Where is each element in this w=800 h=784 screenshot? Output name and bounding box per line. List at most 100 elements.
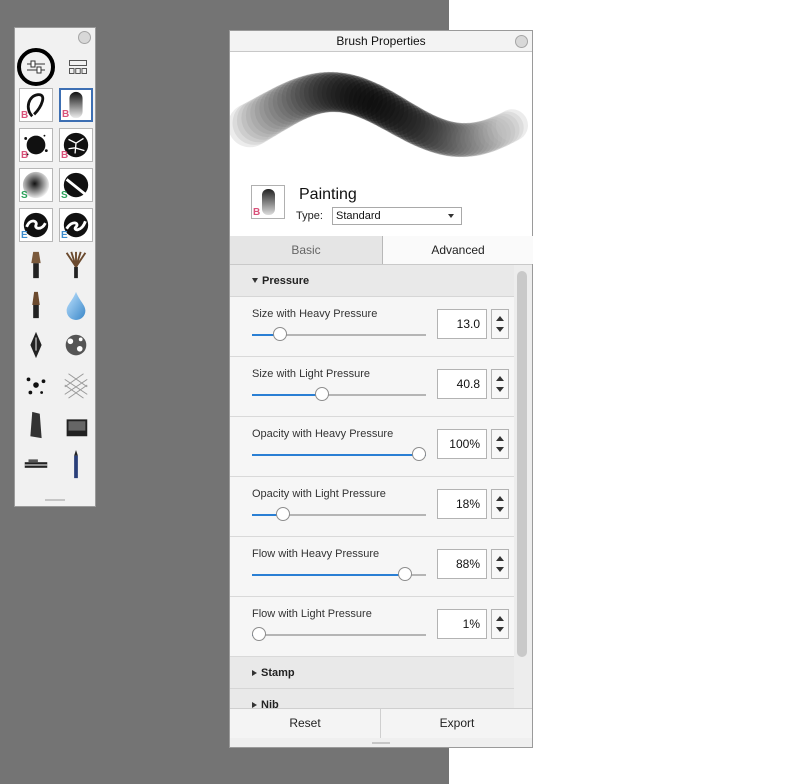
chevron-down-icon [448,214,454,218]
arrow-up-icon[interactable] [496,616,504,621]
arrow-down-icon[interactable] [496,447,504,452]
brush-preset-crackle[interactable]: B [59,128,93,162]
brush-type-badge: S [61,190,68,201]
setting-value-field[interactable]: 100% [437,429,487,459]
brush-preset-soft-sphere[interactable]: S [19,168,53,202]
brush-preset-charcoal[interactable] [19,408,53,442]
setting-stepper[interactable] [491,489,509,519]
pressure-setting-row: Opacity with Light Pressure 18% [230,477,514,537]
arrow-up-icon[interactable] [496,316,504,321]
brush-properties-panel: Brush Properties B Painting Type: Standa… [228,30,533,748]
setting-slider[interactable] [252,627,426,641]
water-drop-icon [66,291,86,320]
brush-preset-eraser-swirl[interactable]: E [19,208,53,242]
section-next-label: Nib [261,699,279,708]
pencil-icon [74,450,78,479]
brush-library-panel: B B B B S S E E [14,27,96,507]
brush-preset-crosshatch[interactable] [59,368,93,402]
stroke-preview [228,52,532,180]
close-icon[interactable] [78,31,91,44]
section-pressure[interactable]: Pressure [230,265,514,297]
brush-preset-eraser-swirl-2[interactable]: E [59,208,93,242]
brush-preset-pencil[interactable] [59,448,93,482]
export-button[interactable]: Export [382,709,532,738]
slider-thumb[interactable] [315,387,329,401]
setting-stepper[interactable] [491,309,509,339]
resize-grip[interactable] [372,742,390,744]
collapsed-triangle-icon [252,701,257,708]
close-icon[interactable] [515,35,528,48]
brush-type-badge: B [21,150,29,161]
tab-advanced[interactable]: Advanced [382,236,533,264]
arrow-down-icon[interactable] [496,327,504,332]
brush-preset-splatter[interactable]: B [19,128,53,162]
setting-slider[interactable] [252,447,426,461]
pressure-setting-row: Flow with Light Pressure 1% [230,597,514,657]
brush-preset-airbrush-nozzle[interactable] [19,448,53,482]
tab-basic[interactable]: Basic [230,236,382,264]
brush-preset-soft-airbrush[interactable]: B [59,88,93,122]
section-stamp[interactable]: Stamp [230,657,514,689]
setting-slider[interactable] [252,327,426,341]
slider-thumb[interactable] [276,507,290,521]
brush-preset-curve-stroke[interactable]: B [19,88,53,122]
arrow-down-icon[interactable] [496,507,504,512]
arrow-down-icon[interactable] [496,627,504,632]
setting-value-field[interactable]: 40.8 [437,369,487,399]
type-dropdown[interactable]: Standard [332,207,462,225]
setting-value-field[interactable]: 18% [437,489,487,519]
setting-slider[interactable] [252,507,426,521]
setting-label: Opacity with Light Pressure [252,488,386,500]
panel-title: Brush Properties [230,31,532,52]
section-next[interactable]: Nib [230,689,514,708]
brush-preset-round-brush[interactable] [19,288,53,322]
list-grid-icon [69,60,87,74]
brush-preset-ink-pen[interactable] [19,328,53,362]
setting-stepper[interactable] [491,369,509,399]
stroke-preview-graphic [228,71,528,158]
arrow-up-icon[interactable] [496,496,504,501]
brush-properties-toggle[interactable] [17,48,55,86]
brush-preset-dots-brush[interactable] [19,368,53,402]
scrollbar-thumb[interactable] [517,271,527,657]
brush-badge: B [253,207,261,218]
setting-stepper[interactable] [491,549,509,579]
brush-preset-hard-sphere[interactable]: S [59,168,93,202]
airbrush-nozzle-icon [24,459,48,468]
slider-thumb[interactable] [412,447,426,461]
pressure-setting-row: Size with Heavy Pressure 13.0 [230,297,514,357]
brush-name: Painting [299,186,357,203]
brush-preset-texture-brush[interactable] [59,328,93,362]
dots-brush-icon [26,377,46,395]
stroke-dab [496,109,528,142]
setting-stepper[interactable] [491,609,509,639]
slider-thumb[interactable] [252,627,266,641]
slider-thumb[interactable] [273,327,287,341]
setting-stepper[interactable] [491,429,509,459]
slider-fill [252,394,322,396]
arrow-up-icon[interactable] [496,556,504,561]
vertical-scrollbar[interactable] [514,265,532,708]
brush-info: B Painting Type: Standard [230,180,532,236]
slider-fill [252,574,405,576]
resize-grip[interactable] [45,499,65,501]
setting-value-field[interactable]: 1% [437,609,487,639]
brush-list-view-button[interactable] [63,53,93,81]
slider-thumb[interactable] [398,567,412,581]
reset-button[interactable]: Reset [230,709,381,738]
round-brush-icon [32,291,40,319]
advanced-settings: Pressure Size with Heavy Pressure 13.0 Siz… [230,265,514,708]
brush-preset-flat-brush[interactable] [19,248,53,282]
brush-preset-marker[interactable] [59,408,93,442]
arrow-up-icon[interactable] [496,436,504,441]
setting-slider[interactable] [252,387,426,401]
flat-brush-icon [31,251,41,279]
arrow-up-icon[interactable] [496,376,504,381]
setting-value-field[interactable]: 13.0 [437,309,487,339]
brush-preset-water-drop[interactable] [59,288,93,322]
setting-slider[interactable] [252,567,426,581]
arrow-down-icon[interactable] [496,567,504,572]
setting-value-field[interactable]: 88% [437,549,487,579]
arrow-down-icon[interactable] [496,387,504,392]
brush-preset-fan-brush[interactable] [59,248,93,282]
